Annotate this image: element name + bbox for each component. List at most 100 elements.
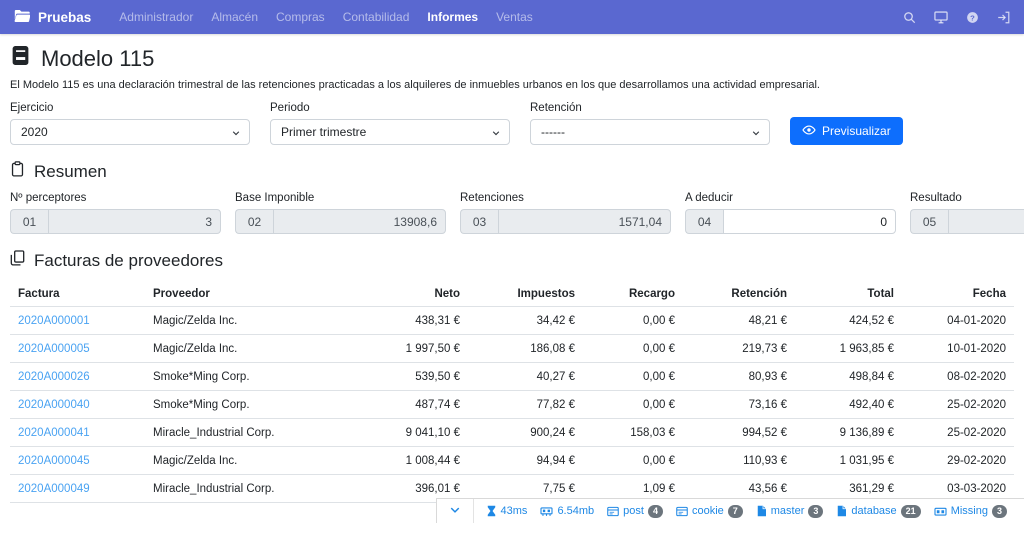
facturas-table-head: FacturaProveedorNetoImpuestosRecargoRete… bbox=[10, 281, 1014, 307]
table-cell: 994,52 € bbox=[683, 419, 795, 447]
table-cell: 94,94 € bbox=[468, 447, 583, 475]
table-cell: Smoke*Ming Corp. bbox=[145, 391, 330, 419]
factura-cell: 2020A000049 bbox=[10, 475, 145, 503]
table-row: 2020A000045 Magic/Zelda Inc.1 008,44 €94,… bbox=[10, 447, 1014, 475]
debug-item-cookie[interactable]: cookie7 bbox=[676, 505, 743, 518]
table-cell: 0,00 € bbox=[583, 391, 683, 419]
factura-link[interactable]: 2020A000005 bbox=[18, 343, 90, 355]
hourglass-icon bbox=[486, 505, 497, 517]
table-cell: 0,00 € bbox=[583, 363, 683, 391]
clipboard-icon bbox=[10, 161, 25, 182]
debug-item-label: database bbox=[851, 505, 896, 517]
input-prefix: 03 bbox=[460, 209, 498, 234]
debug-item-database[interactable]: database21 bbox=[836, 505, 920, 518]
resumen-title: Resumen bbox=[10, 161, 1014, 182]
table-cell: 29-02-2020 bbox=[902, 447, 1014, 475]
input-group: 03 bbox=[460, 209, 671, 234]
factura-link[interactable]: 2020A000026 bbox=[18, 371, 90, 383]
debug-item-43ms[interactable]: 43ms bbox=[486, 505, 528, 517]
field-label: Retenciones bbox=[460, 192, 671, 204]
previsualizar-button[interactable]: Previsualizar bbox=[790, 117, 903, 145]
table-cell: 80,93 € bbox=[683, 363, 795, 391]
periodo-group: Periodo Primer trimestre bbox=[270, 102, 510, 145]
debug-item-6-54mb[interactable]: 6.54mb bbox=[540, 505, 594, 517]
resumen-field-n-perceptores: Nº perceptores01 bbox=[10, 192, 221, 234]
table-cell: 77,82 € bbox=[468, 391, 583, 419]
app-brand[interactable]: Pruebas bbox=[14, 9, 91, 26]
field-label: Base Imponible bbox=[235, 192, 446, 204]
debug-item-missing[interactable]: Missing3 bbox=[934, 505, 1007, 518]
chevron-down-icon bbox=[491, 127, 501, 141]
nav-item-ventas[interactable]: Ventas bbox=[496, 10, 533, 24]
debug-item-label: 43ms bbox=[501, 505, 528, 517]
search-icon[interactable] bbox=[903, 11, 916, 24]
brand-label: Pruebas bbox=[38, 10, 91, 25]
n-perceptores-input bbox=[48, 209, 221, 234]
nav-item-informes[interactable]: Informes bbox=[427, 10, 478, 24]
ejercicio-value: 2020 bbox=[21, 125, 48, 139]
copy-icon bbox=[10, 250, 25, 271]
debug-item-post[interactable]: post4 bbox=[607, 505, 663, 518]
column-header-recargo: Recargo bbox=[583, 281, 683, 307]
help-icon[interactable]: ? bbox=[966, 11, 979, 24]
periodo-select[interactable]: Primer trimestre bbox=[270, 119, 510, 145]
factura-link[interactable]: 2020A000040 bbox=[18, 399, 90, 411]
a-deducir-input[interactable] bbox=[723, 209, 896, 234]
table-cell: 498,84 € bbox=[795, 363, 902, 391]
debug-item-master[interactable]: master3 bbox=[756, 505, 824, 518]
factura-link[interactable]: 2020A000049 bbox=[18, 483, 90, 495]
folder-icon bbox=[14, 9, 30, 26]
input-prefix: 04 bbox=[685, 209, 723, 234]
input-prefix: 01 bbox=[10, 209, 48, 234]
nav-item-contabilidad[interactable]: Contabilidad bbox=[343, 10, 410, 24]
factura-link[interactable]: 2020A000001 bbox=[18, 315, 90, 327]
factura-cell: 2020A000045 bbox=[10, 447, 145, 475]
table-row: 2020A000001Magic/Zelda Inc.438,31 €34,42… bbox=[10, 307, 1014, 335]
table-cell: 1 008,44 € bbox=[330, 447, 468, 475]
table-cell: 04-01-2020 bbox=[902, 307, 1014, 335]
debug-item-label: master bbox=[771, 505, 805, 517]
table-cell: 25-02-2020 bbox=[902, 391, 1014, 419]
facturas-table-body: 2020A000001Magic/Zelda Inc.438,31 €34,42… bbox=[10, 307, 1014, 503]
field-label: A deducir bbox=[685, 192, 896, 204]
table-header-row: FacturaProveedorNetoImpuestosRecargoRete… bbox=[10, 281, 1014, 307]
svg-text:?: ? bbox=[970, 13, 975, 22]
logout-icon[interactable] bbox=[997, 11, 1010, 24]
nav-item-almace-n[interactable]: Almacén bbox=[211, 10, 258, 24]
table-cell: 25-02-2020 bbox=[902, 419, 1014, 447]
facturas-title: Facturas de proveedores bbox=[10, 250, 1014, 271]
table-cell: 0,00 € bbox=[583, 307, 683, 335]
table-cell: 219,73 € bbox=[683, 335, 795, 363]
table-cell: 40,27 € bbox=[468, 363, 583, 391]
table-cell: 73,16 € bbox=[683, 391, 795, 419]
table-cell: 0,00 € bbox=[583, 335, 683, 363]
table-row: 2020A000041Miracle_Industrial Corp.9 041… bbox=[10, 419, 1014, 447]
periodo-label: Periodo bbox=[270, 102, 510, 114]
display-icon[interactable] bbox=[934, 11, 948, 24]
card-icon bbox=[676, 506, 688, 517]
retencion-select[interactable]: ------ bbox=[530, 119, 770, 145]
retencion-group: Retención ------ bbox=[530, 102, 770, 145]
debug-toolbar: 43ms 6.54mb post4 cookie7 master3 database21 M… bbox=[436, 498, 1024, 523]
factura-link[interactable]: 2020A000041 bbox=[18, 427, 90, 439]
debug-items: 43ms 6.54mb post4 cookie7 master3 database21 M… bbox=[486, 505, 1020, 518]
table-cell: 1 963,85 € bbox=[795, 335, 902, 363]
table-cell: 34,42 € bbox=[468, 307, 583, 335]
input-group: 04 bbox=[685, 209, 896, 234]
debug-toolbar-toggle[interactable] bbox=[437, 499, 474, 523]
ejercicio-select[interactable]: 2020 bbox=[10, 119, 250, 145]
nav-item-administrador[interactable]: Administrador bbox=[119, 10, 193, 24]
table-cell: Magic/Zelda Inc. bbox=[145, 307, 330, 335]
debug-item-badge: 4 bbox=[648, 505, 663, 518]
table-cell: 48,21 € bbox=[683, 307, 795, 335]
input-group: 05 bbox=[910, 209, 1024, 234]
column-header-factura: Factura bbox=[10, 281, 145, 307]
nav-item-compras[interactable]: Compras bbox=[276, 10, 325, 24]
debug-item-label: 6.54mb bbox=[557, 505, 594, 517]
debug-item-label: cookie bbox=[692, 505, 724, 517]
factura-cell: 2020A000005 bbox=[10, 335, 145, 363]
factura-link[interactable]: 2020A000045 bbox=[18, 455, 90, 467]
table-cell: 186,08 € bbox=[468, 335, 583, 363]
table-row: 2020A000040Smoke*Ming Corp.487,74 €77,82… bbox=[10, 391, 1014, 419]
table-cell: Magic/Zelda Inc. bbox=[145, 447, 330, 475]
